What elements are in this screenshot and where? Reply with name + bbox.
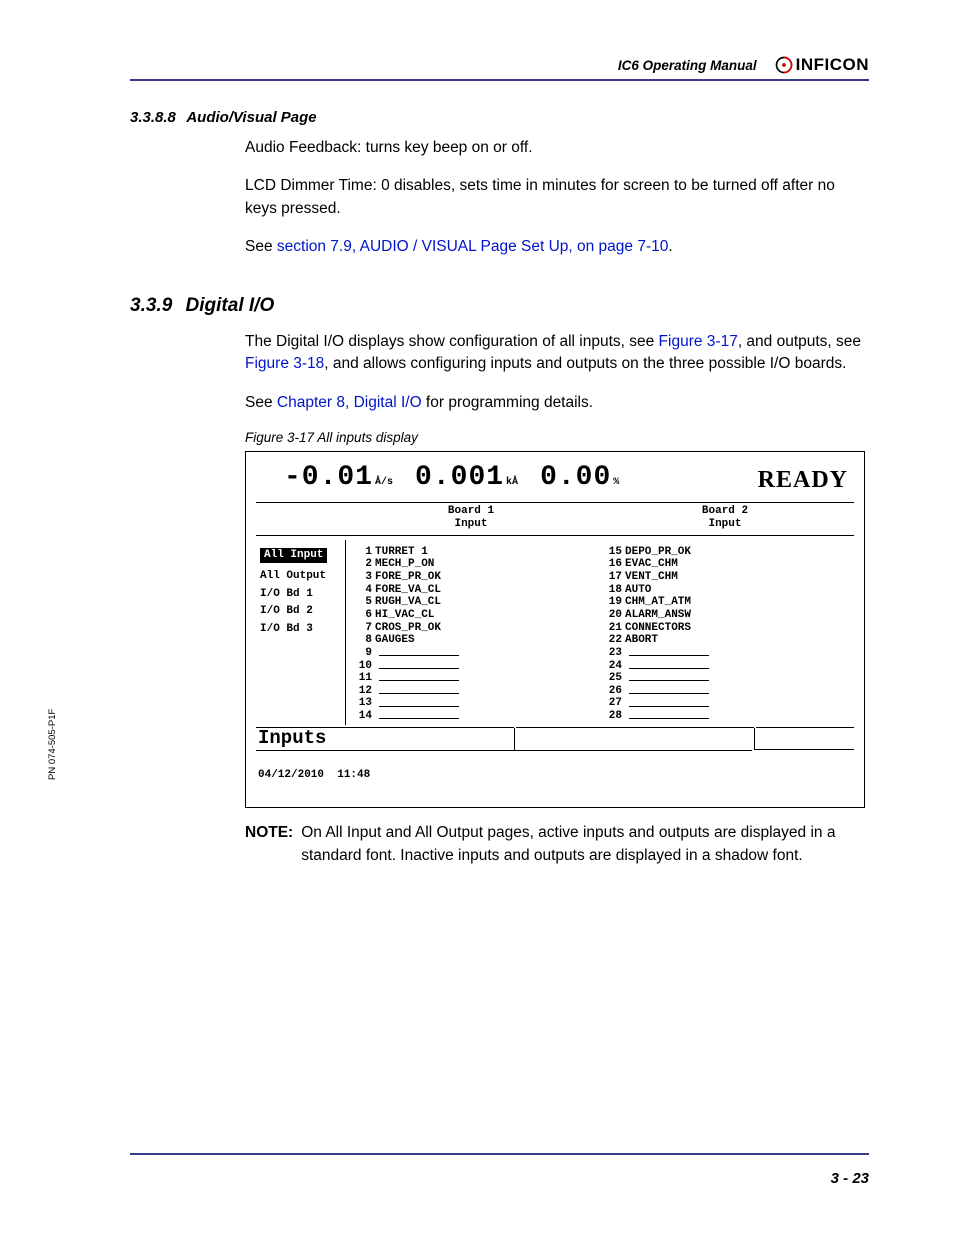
- text: .: [668, 238, 672, 255]
- xref-link[interactable]: Figure 3-18: [245, 355, 324, 372]
- footer-rule: [130, 1153, 869, 1155]
- board2-input-list: 15DEPO_PR_OK16EVAC_CHM17VENT_CHM18AUTO19…: [596, 540, 854, 725]
- input-row-blank: 26: [606, 685, 844, 698]
- part-number: PN 074-505-P1F: [47, 709, 58, 780]
- inputs-label: Inputs: [256, 728, 514, 750]
- body-paragraph: Audio Feedback: turns key beep on or off…: [245, 137, 869, 159]
- xref-link[interactable]: section 7.9, AUDIO / VISUAL Page Set Up,…: [277, 238, 668, 255]
- input-row: 2MECH_P_ON: [356, 558, 586, 571]
- input-row-blank: 11: [356, 672, 586, 685]
- header-rule: [130, 79, 869, 81]
- body-paragraph: LCD Dimmer Time: 0 disables, sets time i…: [245, 175, 869, 220]
- input-row-blank: 9: [356, 647, 586, 660]
- sidebar-item: I/O Bd 2: [256, 603, 345, 621]
- input-row-blank: 24: [606, 660, 844, 673]
- body-paragraph: See Chapter 8, Digital I/O for programmi…: [245, 392, 869, 414]
- text: , and outputs, see: [738, 333, 861, 350]
- xref-link[interactable]: Chapter 8, Digital I/O: [277, 394, 422, 411]
- screen-status-bar: -0.01Å/s 0.001kÅ 0.00% READY: [256, 462, 854, 498]
- section-title: Audio/Visual Page: [186, 109, 316, 126]
- manual-title: IC6 Operating Manual: [618, 58, 757, 73]
- note-text: On All Input and All Output pages, activ…: [301, 822, 869, 867]
- text: See: [245, 238, 277, 255]
- input-row: 7CROS_PR_OK: [356, 622, 586, 635]
- inficon-logo: INFICON: [775, 55, 869, 75]
- device-screen-figure: -0.01Å/s 0.001kÅ 0.00% READY Board 1Inpu…: [245, 451, 865, 808]
- logo-text: INFICON: [796, 55, 869, 75]
- screen-datetime: 04/12/2010 11:48: [256, 769, 854, 782]
- text: The Digital I/O displays show configurat…: [245, 333, 659, 350]
- input-row: 19CHM_AT_ATM: [606, 596, 844, 609]
- board1-header: Board 1: [448, 505, 494, 517]
- sidebar-item: I/O Bd 3: [256, 620, 345, 638]
- input-row-blank: 14: [356, 710, 586, 723]
- input-row-blank: 12: [356, 685, 586, 698]
- body-paragraph: See section 7.9, AUDIO / VISUAL Page Set…: [245, 236, 869, 258]
- section-3-3-8-8: 3.3.8.8 Audio/Visual Page: [130, 109, 869, 127]
- input-row: 8GAUGES: [356, 634, 586, 647]
- input-row-blank: 13: [356, 697, 586, 710]
- section-title: Digital I/O: [186, 295, 275, 316]
- sidebar-item: All Output: [256, 567, 345, 585]
- input-row-blank: 25: [606, 672, 844, 685]
- thickness-value: 0.001kÅ: [415, 462, 518, 494]
- input-row: 18AUTO: [606, 584, 844, 597]
- input-row: 22ABORT: [606, 634, 844, 647]
- section-3-3-9: 3.3.9 Digital I/O: [130, 295, 869, 317]
- board2-header: Board 2: [702, 505, 748, 517]
- input-row-blank: 27: [606, 697, 844, 710]
- input-row: 17VENT_CHM: [606, 571, 844, 584]
- text: for programming details.: [422, 394, 593, 411]
- screen-sidebar: All Input All Output I/O Bd 1 I/O Bd 2 I…: [256, 540, 346, 725]
- input-row: 1TURRET 1: [356, 546, 586, 559]
- input-row: 21CONNECTORS: [606, 622, 844, 635]
- xref-link[interactable]: Figure 3-17: [659, 333, 738, 350]
- inficon-logo-icon: [775, 56, 793, 74]
- sidebar-item-selected: All Input: [260, 548, 327, 563]
- note-block: NOTE: On All Input and All Output pages,…: [245, 822, 869, 867]
- figure-caption: Figure 3-17 All inputs display: [245, 430, 869, 445]
- section-number: 3.3.9: [130, 295, 172, 316]
- status-label: READY: [758, 467, 848, 495]
- input-row: 16EVAC_CHM: [606, 558, 844, 571]
- rate-value: -0.01Å/s: [284, 462, 393, 494]
- body-paragraph: The Digital I/O displays show configurat…: [245, 331, 869, 376]
- input-row-blank: 10: [356, 660, 586, 673]
- input-row: 20ALARM_ANSW: [606, 609, 844, 622]
- input-row-blank: 28: [606, 710, 844, 723]
- input-row: 3FORE_PR_OK: [356, 571, 586, 584]
- board1-input-list: 1TURRET 12MECH_P_ON3FORE_PR_OK4FORE_VA_C…: [346, 540, 596, 725]
- column-headers: Board 1Input Board 2Input: [256, 505, 854, 530]
- page-number: 3 - 23: [831, 1170, 869, 1187]
- input-row: 15DEPO_PR_OK: [606, 546, 844, 559]
- input-row: 5RUGH_VA_CL: [356, 596, 586, 609]
- percent-value: 0.00%: [540, 462, 619, 494]
- board2-subheader: Input: [708, 518, 741, 530]
- text: , and allows configuring inputs and outp…: [324, 355, 846, 372]
- text: See: [245, 394, 277, 411]
- note-label: NOTE:: [245, 822, 293, 867]
- input-row: 4FORE_VA_CL: [356, 584, 586, 597]
- page-header: IC6 Operating Manual INFICON: [130, 55, 869, 75]
- board1-subheader: Input: [454, 518, 487, 530]
- section-number: 3.3.8.8: [130, 109, 176, 126]
- input-row-blank: 23: [606, 647, 844, 660]
- sidebar-item: I/O Bd 1: [256, 585, 345, 603]
- input-row: 6HI_VAC_CL: [356, 609, 586, 622]
